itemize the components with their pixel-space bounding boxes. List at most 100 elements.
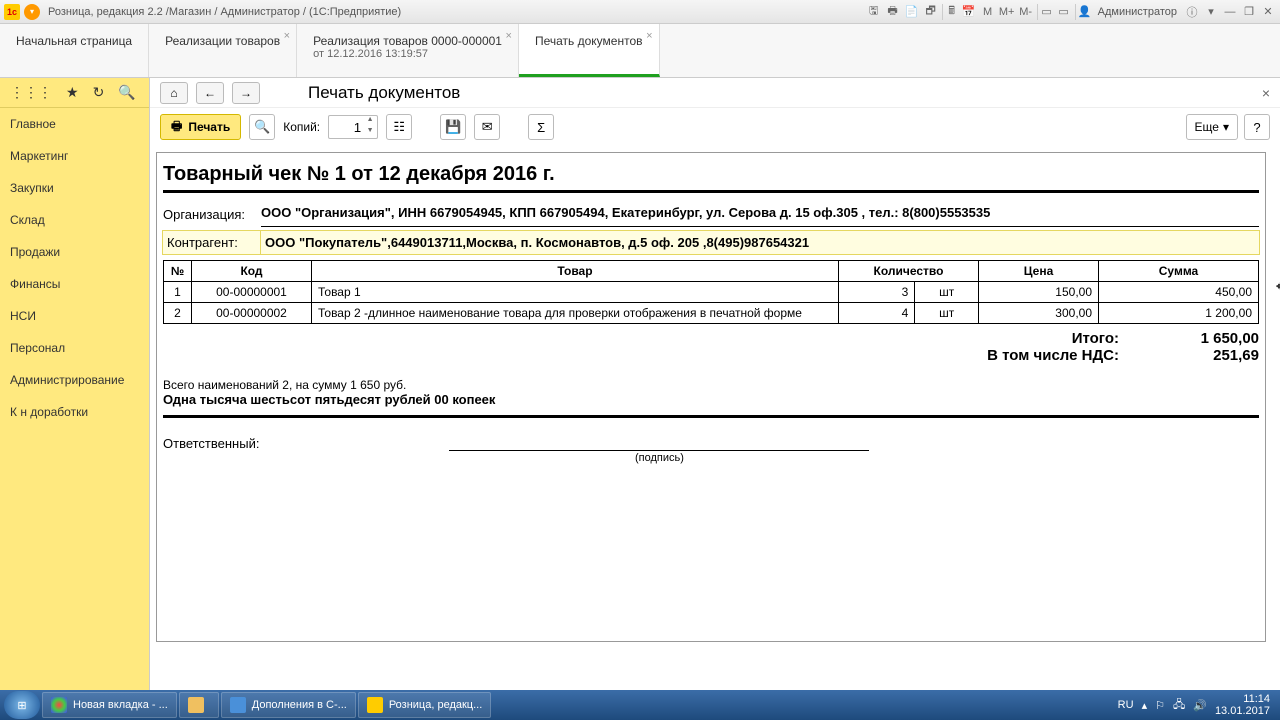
doc-heading: Товарный чек № 1 от 12 декабря 2016 г. bbox=[163, 163, 1259, 193]
contractor-label: Контрагент: bbox=[163, 231, 261, 254]
contractor-row[interactable]: Контрагент: ООО "Покупатель",6449013711,… bbox=[163, 231, 1259, 254]
task-explorer[interactable] bbox=[179, 692, 219, 718]
calendar-icon[interactable]: 📅 bbox=[961, 4, 977, 20]
table-header-row: № Код Товар Количество Цена Сумма bbox=[164, 261, 1259, 282]
flag-icon[interactable]: ⚐ bbox=[1155, 699, 1165, 712]
main-topbar: ⌂ ← → Печать документов × bbox=[150, 78, 1280, 108]
sidebar-item-admin[interactable]: Администрирование bbox=[0, 364, 149, 396]
sidebar-item-main[interactable]: Главное bbox=[0, 108, 149, 140]
tab-label: Начальная страница bbox=[16, 34, 132, 48]
panel2-icon[interactable]: ▭ bbox=[1056, 4, 1072, 20]
table-row[interactable]: 1 00-00000001 Товар 1 3 шт 150,00 450,00 bbox=[164, 282, 1259, 303]
network-icon[interactable]: 🖧 bbox=[1173, 696, 1185, 715]
user-icon: 👤 bbox=[1075, 4, 1091, 20]
sidebar-item-purchases[interactable]: Закупки bbox=[0, 172, 149, 204]
save-file-button[interactable]: 💾 bbox=[440, 114, 466, 140]
home-button[interactable]: ⌂ bbox=[160, 82, 188, 104]
tab-sale-doc[interactable]: Реализация товаров 0000-000001от 12.12.2… bbox=[297, 24, 519, 77]
start-button[interactable]: ⊞ bbox=[4, 691, 40, 719]
task-word[interactable]: Дополнения в С-... bbox=[221, 692, 356, 718]
info-icon[interactable]: ⓘ bbox=[1184, 4, 1200, 20]
signature-row: Ответственный: (подпись) bbox=[163, 436, 1259, 451]
print-button[interactable]: 🖶 Печать bbox=[160, 114, 241, 140]
th-num: № bbox=[164, 261, 192, 282]
sidebar-item-nsi[interactable]: НСИ bbox=[0, 300, 149, 332]
main-pane: ⌂ ← → Печать документов × 🖶 Печать 🔍 Коп… bbox=[150, 78, 1280, 690]
lang-indicator[interactable]: RU bbox=[1118, 699, 1134, 711]
settings-button[interactable]: ☷ bbox=[386, 114, 412, 140]
sum-button[interactable]: Σ bbox=[528, 114, 554, 140]
doc-icon[interactable]: 📄 bbox=[904, 4, 920, 20]
m-minus-icon[interactable]: М- bbox=[1018, 4, 1034, 20]
document: Товарный чек № 1 от 12 декабря 2016 г. О… bbox=[156, 152, 1266, 642]
tab-home[interactable]: Начальная страница bbox=[0, 24, 149, 77]
sidebar-item-custom[interactable]: К н доработки bbox=[0, 396, 149, 428]
more-button[interactable]: Еще▾ bbox=[1186, 114, 1238, 140]
items-summary: Всего наименований 2, на сумму 1 650 руб… bbox=[163, 378, 1259, 392]
tray-up-icon[interactable]: ▴ bbox=[1142, 699, 1148, 712]
back-button[interactable]: ← bbox=[196, 82, 224, 104]
tab-sales-list[interactable]: Реализации товаров × bbox=[149, 24, 297, 77]
org-value: ООО "Организация", ИНН 6679054945, КПП 6… bbox=[261, 205, 1259, 227]
calc-icon[interactable]: 🖩 bbox=[942, 4, 958, 20]
table-row[interactable]: 2 00-00000002 Товар 2 -длинное наименова… bbox=[164, 303, 1259, 324]
sidebar-item-warehouse[interactable]: Склад bbox=[0, 204, 149, 236]
tab-close-icon[interactable]: × bbox=[506, 30, 512, 42]
m-plus-icon[interactable]: М+ bbox=[999, 4, 1015, 20]
tab-close-icon[interactable]: × bbox=[284, 30, 290, 42]
toolbar: 🖶 Печать 🔍 Копий: ▲▼ ☷ 💾 ✉ Σ Еще▾ ? bbox=[150, 108, 1280, 146]
th-sum: Сумма bbox=[1099, 261, 1259, 282]
signature-line: (подпись) bbox=[449, 450, 869, 451]
windows-logo-icon: ⊞ bbox=[17, 699, 26, 712]
th-price: Цена bbox=[979, 261, 1099, 282]
app-dropdown-icon[interactable]: ▾ bbox=[24, 4, 40, 20]
tab-close-icon[interactable]: × bbox=[646, 30, 652, 42]
save-icon[interactable]: 🖫 bbox=[866, 4, 882, 20]
minimize-icon[interactable]: — bbox=[1222, 4, 1238, 20]
vat-value: 251,69 bbox=[1149, 347, 1259, 364]
sidebar-item-sales[interactable]: Продажи bbox=[0, 236, 149, 268]
windows-taskbar: ⊞ Новая вкладка - ... Дополнения в С-...… bbox=[0, 690, 1280, 720]
tab-label: Реализации товаров bbox=[165, 34, 280, 48]
copies-input-wrap: ▲▼ bbox=[328, 115, 378, 139]
chrome-icon bbox=[51, 697, 67, 713]
help-button[interactable]: ? bbox=[1244, 114, 1270, 140]
search-icon[interactable]: 🔍 bbox=[118, 84, 135, 101]
tab-print[interactable]: Печать документов× bbox=[519, 24, 660, 77]
document-area[interactable]: Товарный чек № 1 от 12 декабря 2016 г. О… bbox=[150, 146, 1280, 690]
dropdown-icon[interactable]: ▾ bbox=[1203, 4, 1219, 20]
task-label: Дополнения в С-... bbox=[252, 699, 347, 711]
maximize-icon[interactable]: ❐ bbox=[1241, 4, 1257, 20]
email-button[interactable]: ✉ bbox=[474, 114, 500, 140]
m-icon[interactable]: М bbox=[980, 4, 996, 20]
forward-button[interactable]: → bbox=[232, 82, 260, 104]
clock[interactable]: 11:14 13.01.2017 bbox=[1215, 693, 1270, 717]
favorite-icon[interactable]: ★ bbox=[66, 84, 79, 101]
copies-label: Копий: bbox=[283, 120, 320, 134]
print-icon[interactable]: 🖶 bbox=[885, 4, 901, 20]
volume-icon[interactable]: 🔊 bbox=[1193, 699, 1207, 712]
tabs-bar: Начальная страница Реализации товаров × Р… bbox=[0, 24, 1280, 78]
menu-grid-icon[interactable]: ⋮⋮⋮ bbox=[10, 84, 52, 101]
org-label: Организация: bbox=[163, 205, 261, 227]
sidebar-item-personnel[interactable]: Персонал bbox=[0, 332, 149, 364]
sidebar-item-marketing[interactable]: Маркетинг bbox=[0, 140, 149, 172]
compare-icon[interactable]: 🗗 bbox=[923, 4, 939, 20]
sidebar-item-finance[interactable]: Финансы bbox=[0, 268, 149, 300]
spin-down-icon[interactable]: ▼ bbox=[363, 127, 377, 138]
page-close-icon[interactable]: × bbox=[1262, 85, 1270, 101]
th-name: Товар bbox=[312, 261, 839, 282]
responsible-label: Ответственный: bbox=[163, 436, 259, 451]
preview-button[interactable]: 🔍 bbox=[249, 114, 275, 140]
app-logo-icon: 1c bbox=[4, 4, 20, 20]
history-icon[interactable]: ↻ bbox=[93, 84, 105, 101]
spin-up-icon[interactable]: ▲ bbox=[363, 116, 377, 127]
signature-caption: (подпись) bbox=[449, 452, 869, 464]
close-icon[interactable]: ✕ bbox=[1260, 4, 1276, 20]
task-1c[interactable]: Розница, редакц... bbox=[358, 692, 491, 718]
tab-label: Печать документов bbox=[535, 34, 643, 48]
panel1-icon[interactable]: ▭ bbox=[1037, 4, 1053, 20]
folder-icon bbox=[188, 697, 204, 713]
task-chrome[interactable]: Новая вкладка - ... bbox=[42, 692, 177, 718]
task-label: Розница, редакц... bbox=[389, 699, 482, 711]
